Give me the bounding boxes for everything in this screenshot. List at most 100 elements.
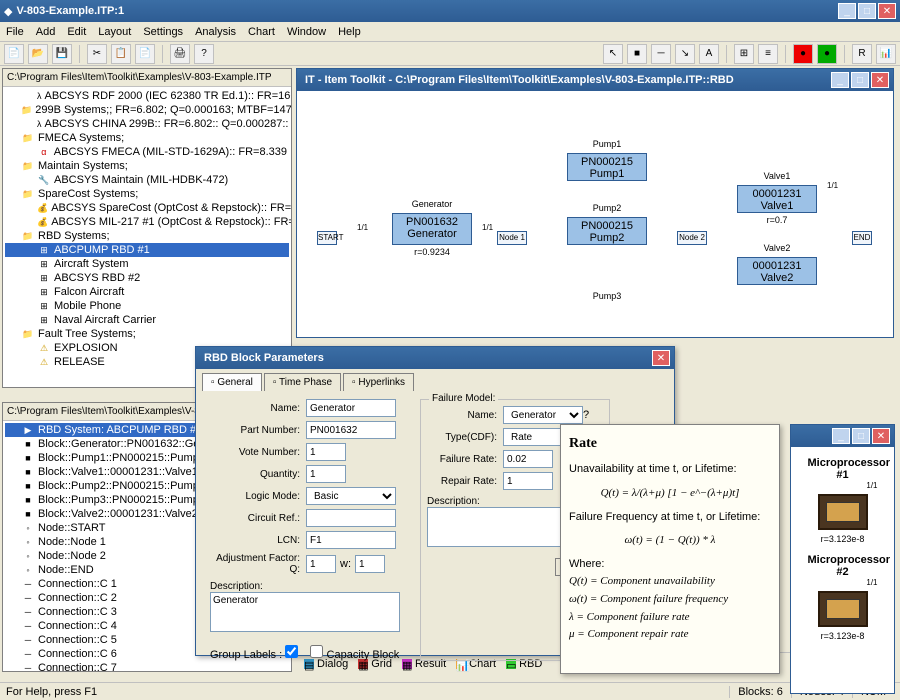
tree-item[interactable]: 💰ABCSYS MIL-217 #1 (OptCost & Repstock):… — [5, 215, 289, 229]
open-icon[interactable]: 📂 — [28, 44, 48, 64]
q-field[interactable] — [306, 555, 336, 573]
micro-max[interactable]: □ — [852, 428, 870, 444]
tree-item[interactable]: ⊞Falcon Aircraft — [5, 285, 289, 299]
tree-item[interactable]: ⊞Aircraft System — [5, 257, 289, 271]
menu-edit[interactable]: Edit — [67, 26, 86, 38]
pn-field[interactable] — [306, 421, 396, 439]
node-end[interactable]: END — [852, 231, 872, 245]
rbd-tool-icon[interactable]: R — [852, 44, 872, 64]
tree-icon: λ — [37, 118, 42, 130]
menu-analysis[interactable]: Analysis — [195, 26, 236, 38]
menu-file[interactable]: File — [6, 26, 24, 38]
group-checkbox[interactable] — [285, 645, 298, 658]
red-icon[interactable]: ● — [793, 44, 813, 64]
grid-icon[interactable]: ⊞ — [734, 44, 754, 64]
tree-item[interactable]: 📁RBD Systems; — [5, 229, 289, 243]
tree-item[interactable]: ⊞Mobile Phone — [5, 299, 289, 313]
desc-field[interactable]: Generator — [210, 592, 400, 632]
tab-time-phase[interactable]: ▫ Time Phase — [264, 373, 341, 391]
tree-item[interactable]: 🔧ABCSYS Maintain (MIL-HDBK-472) — [5, 173, 289, 187]
menu-layout[interactable]: Layout — [98, 26, 131, 38]
fm-name-select[interactable]: Generator — [503, 406, 583, 424]
tree-icon: ◦ — [21, 522, 35, 534]
tree-item[interactable]: 💰ABCSYS SpareCost (OptCost & Repstock)::… — [5, 201, 289, 215]
name-field[interactable] — [306, 399, 396, 417]
align-icon[interactable]: ≡ — [758, 44, 778, 64]
tree-item[interactable]: ⊞ABCPUMP RBD #1 — [5, 243, 289, 257]
rbd-max-button[interactable]: □ — [851, 72, 869, 88]
tree-icon: 📁 — [21, 160, 35, 172]
new-icon[interactable]: 📄 — [4, 44, 24, 64]
menu-help[interactable]: Help — [338, 26, 361, 38]
tree-item[interactable]: ⊞Naval Aircraft Carrier — [5, 313, 289, 327]
rbd-min-button[interactable]: _ — [831, 72, 849, 88]
tree-icon: ⚠ — [37, 342, 51, 354]
tab-hyperlinks[interactable]: ▫ Hyperlinks — [343, 373, 414, 391]
node-1[interactable]: Node 1 — [497, 231, 527, 245]
w-field[interactable] — [355, 555, 385, 573]
connect-icon[interactable]: ↘ — [675, 44, 695, 64]
circuit-field[interactable] — [306, 509, 396, 527]
lcn-field[interactable] — [306, 531, 396, 549]
tree-item[interactable]: 📁SpareCost Systems; — [5, 187, 289, 201]
text-icon[interactable]: A — [699, 44, 719, 64]
maximize-button[interactable]: □ — [858, 3, 876, 19]
block-generator[interactable]: PN001632 Generator — [392, 213, 472, 245]
tree-icon: ⊞ — [37, 244, 51, 256]
tab-general[interactable]: ▫ General — [202, 373, 262, 391]
tree-icon: ⊞ — [37, 258, 51, 270]
block-icon[interactable]: ■ — [627, 44, 647, 64]
tree-item[interactable]: αABCSYS FMECA (MIL-STD-1629A):: FR=8.339 — [5, 145, 289, 159]
dialog-close-button[interactable]: ✕ — [652, 350, 670, 366]
menu-settings[interactable]: Settings — [143, 26, 183, 38]
tree-icon: ─ — [21, 662, 35, 671]
block-pump1[interactable]: PN000215Pump1 — [567, 153, 647, 181]
frate-field[interactable] — [503, 450, 553, 468]
node-2[interactable]: Node 2 — [677, 231, 707, 245]
statusbar: For Help, press F1 Blocks: 6 Nodes: 4 NU… — [0, 682, 900, 700]
logic-select[interactable]: Basic — [306, 487, 396, 505]
project-tree[interactable]: λABCSYS RDF 2000 (IEC 62380 TR Ed.1):: F… — [3, 87, 291, 387]
chip-icon — [818, 591, 868, 627]
close-button[interactable]: ✕ — [878, 3, 896, 19]
block-valve1[interactable]: 00001231Valve1 — [737, 185, 817, 213]
micro-2[interactable]: Microprocessor #2 1/1 r=3.123e-8 — [808, 554, 878, 641]
help-icon[interactable]: ? — [194, 44, 214, 64]
node-start[interactable]: START — [317, 231, 337, 245]
copy-icon[interactable]: 📋 — [111, 44, 131, 64]
vote-field[interactable] — [306, 443, 346, 461]
micro-min[interactable]: _ — [832, 428, 850, 444]
block-valve2[interactable]: 00001231Valve2 — [737, 257, 817, 285]
app-icon: ◆ — [4, 5, 12, 18]
tree-item[interactable]: 📁Fault Tree Systems; — [5, 327, 289, 341]
micro-1[interactable]: Microprocessor #1 1/1 r=3.123e-8 — [808, 457, 878, 544]
pointer-icon[interactable]: ↖ — [603, 44, 623, 64]
tree-item[interactable]: 📁Maintain Systems; — [5, 159, 289, 173]
block-pump2[interactable]: PN000215Pump2 — [567, 217, 647, 245]
save-icon[interactable]: 💾 — [52, 44, 72, 64]
print-icon[interactable]: 🖨 — [170, 44, 190, 64]
rrate-field[interactable] — [503, 472, 553, 490]
menu-add[interactable]: Add — [36, 26, 56, 38]
chart-tool-icon[interactable]: 📊 — [876, 44, 896, 64]
micro-close[interactable]: ✕ — [872, 428, 890, 444]
tree-item[interactable]: λABCSYS RDF 2000 (IEC 62380 TR Ed.1):: F… — [5, 89, 289, 103]
tree-item[interactable]: ⊞ABCSYS RBD #2 — [5, 271, 289, 285]
green-icon[interactable]: ● — [817, 44, 837, 64]
rbd-canvas[interactable]: START Generator PN001632 Generator r=0.9… — [297, 91, 893, 337]
tree-item[interactable]: 📁FMECA Systems; — [5, 131, 289, 145]
line-icon[interactable]: ─ — [651, 44, 671, 64]
status-help: For Help, press F1 — [6, 686, 97, 698]
tree-item[interactable]: 📁299B Systems;; FR=6.802; Q=0.000163; MT… — [5, 103, 289, 117]
rbd-close-button[interactable]: ✕ — [871, 72, 889, 88]
menu-chart[interactable]: Chart — [248, 26, 275, 38]
qty-field[interactable] — [306, 465, 346, 483]
minimize-button[interactable]: _ — [838, 3, 856, 19]
paste-icon[interactable]: 📄 — [135, 44, 155, 64]
menu-window[interactable]: Window — [287, 26, 326, 38]
cut-icon[interactable]: ✂ — [87, 44, 107, 64]
help-icon[interactable]: ? — [583, 409, 589, 421]
tree-item[interactable]: λABCSYS CHINA 299B:: FR=6.802:: Q=0.0002… — [5, 117, 289, 131]
capacity-checkbox[interactable] — [310, 645, 323, 658]
tree-icon: ◦ — [21, 550, 35, 562]
